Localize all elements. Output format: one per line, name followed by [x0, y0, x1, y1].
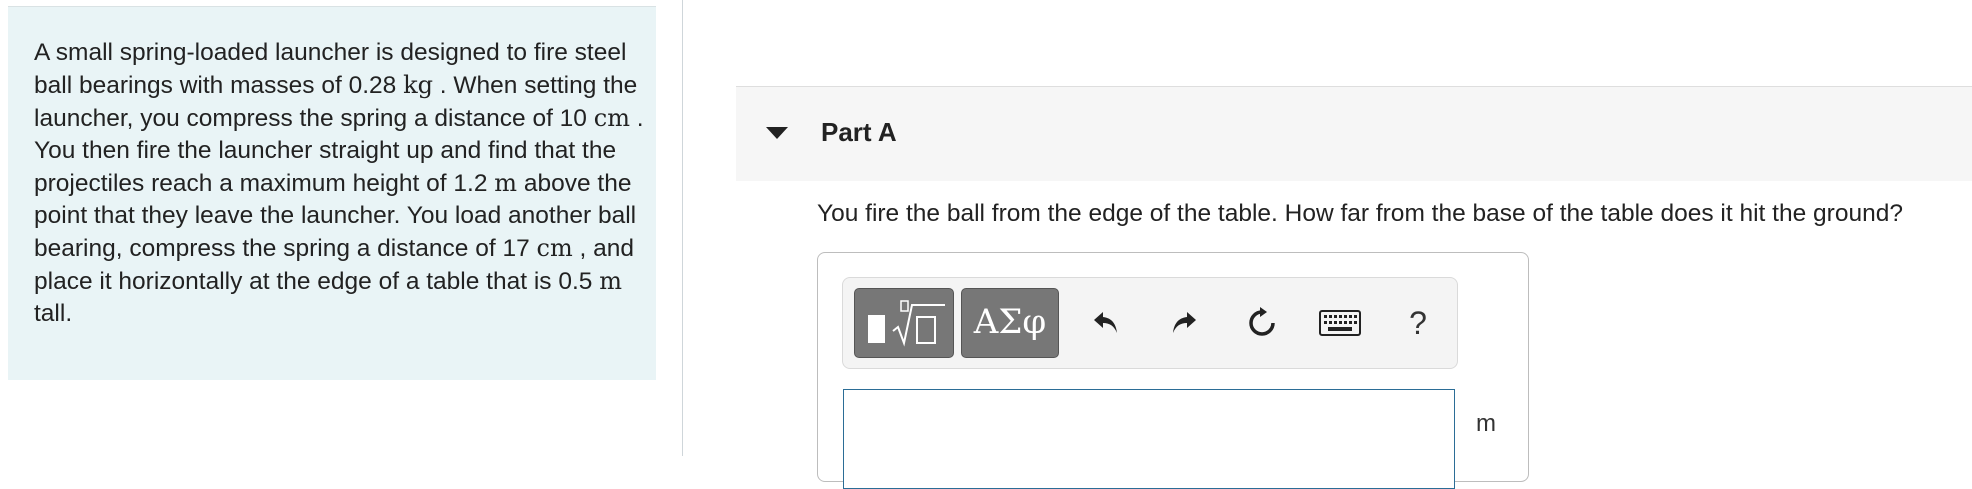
- redo-icon[interactable]: [1161, 300, 1207, 346]
- keyboard-icon[interactable]: [1317, 300, 1363, 346]
- unit-m: m: [494, 169, 518, 197]
- undo-icon[interactable]: [1083, 300, 1129, 346]
- problem-statement-panel: A small spring-loaded launcher is design…: [8, 6, 656, 380]
- templates-button[interactable]: [854, 288, 954, 358]
- help-label: ?: [1409, 304, 1427, 341]
- reset-icon[interactable]: [1239, 300, 1285, 346]
- panel-divider: [682, 0, 683, 456]
- answer-container: ΑΣφ ?: [817, 252, 1529, 489]
- unit-cm: cm: [593, 104, 630, 132]
- question-text: You fire the ball from the edge of the t…: [817, 200, 1903, 227]
- unit-kg: kg: [403, 71, 433, 99]
- unit-cm-2: cm: [536, 234, 573, 262]
- answer-unit-label: m: [1476, 410, 1496, 437]
- part-title: Part A: [821, 117, 897, 147]
- help-icon[interactable]: ?: [1395, 300, 1441, 346]
- symbols-button[interactable]: ΑΣφ: [961, 288, 1059, 358]
- problem-text-6: tall.: [34, 300, 73, 327]
- unit-m-2: m: [599, 267, 622, 295]
- templates-icon: [868, 300, 945, 347]
- problem-statement: A small spring-loaded launcher is design…: [34, 37, 644, 330]
- collapse-caret-icon[interactable]: [766, 127, 788, 139]
- math-toolbar: ΑΣφ ?: [842, 277, 1458, 369]
- part-a-header[interactable]: Part A: [736, 86, 1972, 181]
- answer-input[interactable]: [843, 389, 1455, 489]
